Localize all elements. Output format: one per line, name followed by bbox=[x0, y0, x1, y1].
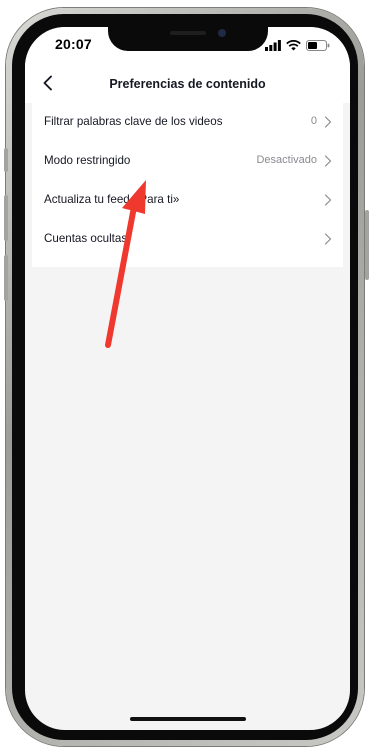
battery-icon bbox=[306, 39, 330, 51]
setting-label: Cuentas ocultas bbox=[44, 232, 128, 245]
chevron-right-icon bbox=[324, 116, 332, 128]
chevron-right-icon bbox=[324, 155, 332, 167]
settings-list: Filtrar palabras clave de los videos 0 M… bbox=[32, 102, 343, 267]
status-bar: 20:07 bbox=[25, 27, 350, 65]
signal-bars-icon bbox=[265, 39, 281, 51]
status-time: 20:07 bbox=[55, 36, 92, 52]
front-camera bbox=[218, 29, 226, 37]
wifi-icon bbox=[286, 39, 301, 50]
page-title: Preferencias de contenido bbox=[109, 77, 266, 91]
setting-label: Filtrar palabras clave de los videos bbox=[44, 115, 223, 128]
volume-down-button bbox=[4, 255, 8, 301]
setting-row-refresh-for-you[interactable]: Actualiza tu feed «Para ti» bbox=[32, 180, 343, 219]
power-button bbox=[365, 210, 369, 280]
setting-value: Desactivado bbox=[256, 154, 317, 166]
volume-up-button bbox=[4, 195, 8, 241]
notch bbox=[108, 27, 268, 51]
speaker-grille bbox=[170, 31, 206, 35]
setting-row-filter-keywords[interactable]: Filtrar palabras clave de los videos 0 bbox=[32, 102, 343, 141]
chevron-right-icon bbox=[324, 194, 332, 206]
app-screen: 20:07 Preferencias de contenido Filtrar … bbox=[25, 27, 350, 730]
setting-label: Modo restringido bbox=[44, 154, 131, 167]
status-icons bbox=[265, 39, 330, 51]
home-indicator bbox=[130, 717, 246, 721]
silent-switch bbox=[4, 148, 8, 172]
nav-bar: Preferencias de contenido bbox=[25, 65, 350, 103]
chevron-right-icon bbox=[324, 233, 332, 245]
setting-value: 0 bbox=[310, 115, 317, 127]
setting-row-restricted-mode[interactable]: Modo restringido Desactivado bbox=[32, 141, 343, 180]
setting-row-hidden-accounts[interactable]: Cuentas ocultas bbox=[32, 219, 343, 258]
setting-label: Actualiza tu feed «Para ti» bbox=[44, 193, 180, 206]
